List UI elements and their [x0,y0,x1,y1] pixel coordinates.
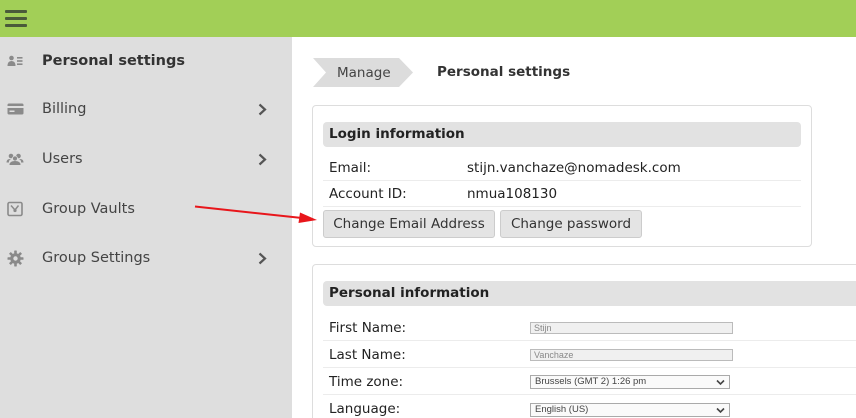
time-zone-select[interactable]: Brussels (GMT 2) 1:26 pm [530,375,730,389]
change-password-button[interactable]: Change password [500,210,642,238]
sidebar-item-label: Billing [42,101,87,117]
sidebar-item-label: Personal settings [42,53,185,69]
language-value: English (US) [535,404,589,415]
first-name-row: First Name: Stijn [323,315,856,341]
page-title: Personal settings [437,64,571,80]
vault-icon [6,200,24,218]
email-label: Email: [329,160,372,176]
gear-icon [6,249,24,267]
first-name-label: First Name: [329,320,407,336]
last-name-field[interactable]: Vanchaze [530,349,733,361]
chevron-right-icon [255,102,269,116]
time-zone-value: Brussels (GMT 2) 1:26 pm [535,376,647,387]
chevron-right-icon [255,251,269,265]
sidebar-item-users[interactable]: Users [0,135,292,183]
time-zone-row: Time zone: Brussels (GMT 2) 1:26 pm [323,369,856,395]
email-value: stijn.vanchaze@nomadesk.com [467,160,681,176]
chevron-down-icon [716,378,725,390]
language-label: Language: [329,401,401,417]
users-icon [6,150,24,168]
sidebar-item-billing[interactable]: Billing [0,85,292,133]
sidebar-item-label: Group Vaults [42,201,135,217]
personal-information-heading: Personal information [323,281,856,306]
top-bar [0,0,856,37]
breadcrumb-manage-link[interactable]: Manage [313,58,413,87]
last-name-row: Last Name: Vanchaze [323,342,856,368]
login-information-panel: Login information Email: stijn.vanchaze@… [312,105,812,247]
language-row: Language: English (US) [323,396,856,418]
credit-card-icon [6,100,24,118]
personal-information-panel: Personal information First Name: Stijn L… [312,264,856,418]
last-name-label: Last Name: [329,347,406,363]
account-id-row: Account ID: nmua108130 [323,181,801,207]
sidebar: Personal settings Billing Users Group Va… [0,37,292,418]
contact-card-icon [6,52,24,70]
chevron-right-icon [255,152,269,166]
sidebar-item-group-vaults[interactable]: Group Vaults [0,185,292,233]
time-zone-label: Time zone: [329,374,404,390]
hamburger-icon[interactable] [5,10,27,27]
chevron-down-icon [716,406,725,418]
first-name-field[interactable]: Stijn [530,322,733,334]
account-id-value: nmua108130 [467,186,558,202]
sidebar-item-label: Users [42,151,83,167]
account-id-label: Account ID: [329,186,407,202]
login-information-heading: Login information [323,122,801,147]
sidebar-item-group-settings[interactable]: Group Settings [0,234,292,282]
sidebar-item-personal-settings[interactable]: Personal settings [0,37,292,85]
change-email-button[interactable]: Change Email Address [323,210,495,238]
sidebar-item-label: Group Settings [42,250,151,266]
language-select[interactable]: English (US) [530,403,730,417]
email-row: Email: stijn.vanchaze@nomadesk.com [323,155,801,181]
